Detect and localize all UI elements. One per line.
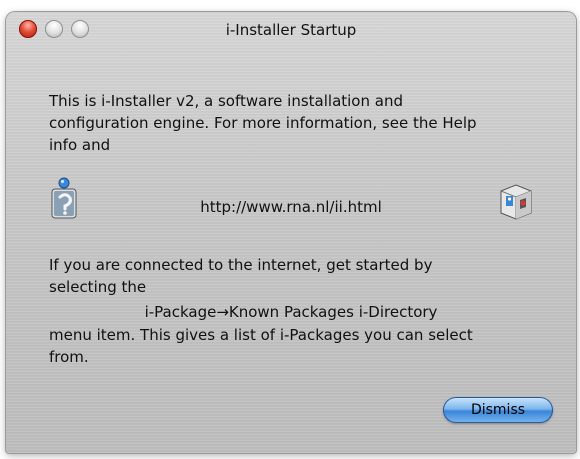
menu-path: i-Package→Known Packages i-Directory <box>144 303 438 321</box>
intro-line-3: info and <box>49 136 111 154</box>
i-installer-box-icon <box>498 182 534 220</box>
dismiss-button[interactable]: Dismiss <box>443 397 553 423</box>
menu-line-1: menu item. This gives a list of i-Packag… <box>49 326 473 344</box>
startup-window: i-Installer Startup This is i-Installer … <box>6 12 576 453</box>
menu-line-2: from. <box>49 348 89 366</box>
window-title: i-Installer Startup <box>225 21 357 39</box>
intro-line-2: configuration engine. For more informati… <box>49 114 477 132</box>
connect-line-1: If you are connected to the internet, ge… <box>49 256 433 274</box>
intro-line-1: This is i-Installer v2, a software insta… <box>49 92 403 110</box>
title-bar[interactable]: i-Installer Startup <box>6 12 576 48</box>
help-url-link[interactable]: http://www.rna.nl/ii.html <box>6 197 576 217</box>
connect-line-2: selecting the <box>49 278 147 296</box>
